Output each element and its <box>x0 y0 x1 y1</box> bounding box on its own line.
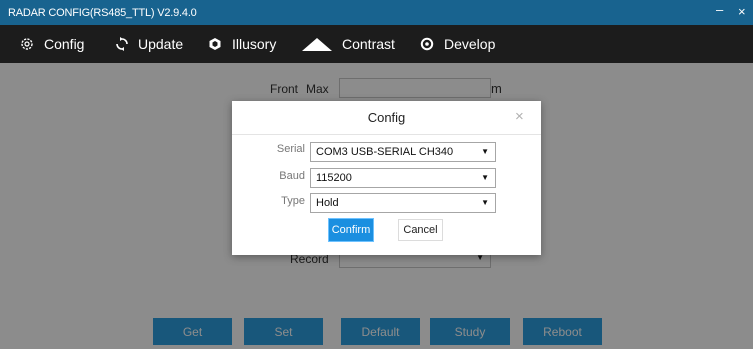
menu-item-illusory[interactable]: Illusory <box>208 25 276 63</box>
window-title: RADAR CONFIG(RS485_TTL) V2.9.4.0 <box>8 7 197 19</box>
baud-label: Baud <box>279 170 305 182</box>
confirm-button[interactable]: Confirm <box>328 218 374 242</box>
menu-label: Illusory <box>232 36 277 52</box>
baud-select-value: 115200 <box>316 172 352 184</box>
gear-icon <box>21 38 33 50</box>
dialog-title: Config <box>367 110 406 125</box>
config-dialog: Config × Serial COM3 USB-SERIAL CH340 ▼ … <box>232 101 541 255</box>
menu-bar: Config Update Illusory Contrast Develop <box>0 25 753 63</box>
type-select[interactable]: Hold ▼ <box>310 193 496 213</box>
menu-label: Develop <box>444 36 496 52</box>
type-label: Type <box>281 195 305 207</box>
chevron-down-icon: ▼ <box>481 198 489 207</box>
menu-item-contrast[interactable]: Contrast <box>302 25 395 63</box>
menu-label: Update <box>138 36 184 52</box>
divider <box>232 134 541 135</box>
type-select-value: Hold <box>316 197 339 209</box>
close-window-button[interactable]: × <box>738 4 746 19</box>
serial-select[interactable]: COM3 USB-SERIAL CH340 ▼ <box>310 142 496 162</box>
cancel-button[interactable]: Cancel <box>398 219 443 241</box>
chevron-down-icon: ▼ <box>481 147 489 156</box>
title-bar: RADAR CONFIG(RS485_TTL) V2.9.4.0 – × <box>0 0 753 25</box>
refresh-icon <box>116 37 128 51</box>
chevron-down-icon: ▼ <box>481 173 489 182</box>
menu-item-develop[interactable]: Develop <box>420 25 495 63</box>
minimize-button[interactable]: – <box>716 2 723 17</box>
serial-select-value: COM3 USB-SERIAL CH340 <box>316 146 454 158</box>
menu-label: Config <box>44 36 85 52</box>
mountain-icon <box>302 38 332 51</box>
menu-item-update[interactable]: Update <box>116 25 183 63</box>
serial-label: Serial <box>276 143 305 155</box>
hexagon-icon <box>209 38 221 50</box>
close-icon[interactable]: × <box>515 108 524 125</box>
settings-icon <box>420 37 434 51</box>
menu-label: Contrast <box>342 36 395 52</box>
menu-item-config[interactable]: Config <box>20 25 84 63</box>
baud-select[interactable]: 115200 ▼ <box>310 168 496 188</box>
